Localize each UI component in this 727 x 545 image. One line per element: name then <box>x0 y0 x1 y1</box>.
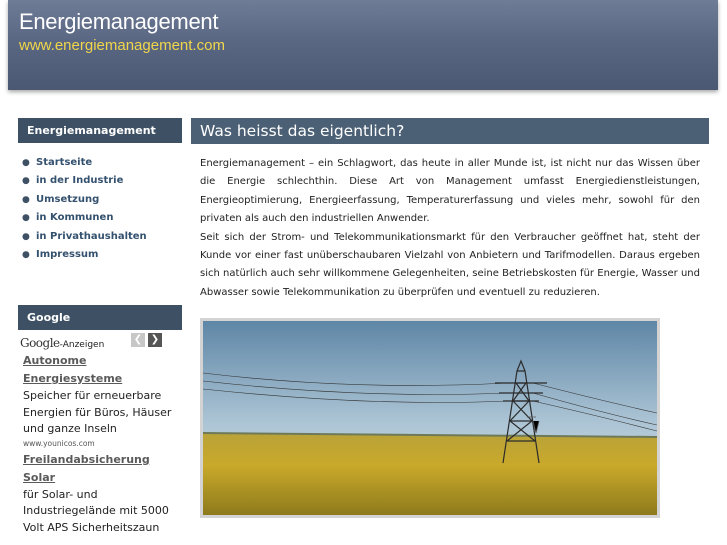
google-ads-label[interactable]: -Anzeigen <box>60 340 105 350</box>
sidebar-item-industrie[interactable]: ● in der Industrie <box>22 172 182 190</box>
sidebar-google-title: Google <box>18 305 182 330</box>
sidebar-item-label[interactable]: in der Industrie <box>36 175 123 186</box>
sidebar-item-privathaushalte[interactable]: ● in Privathaushalten <box>22 228 182 246</box>
main-content: Energiemanagement – ein Schlagwort, das … <box>200 155 700 302</box>
ad-text: Speicher für erneuerbare Energien für Bü… <box>23 389 172 435</box>
ad-item: Freilandabsicherung Solar für Solar- und… <box>23 451 181 537</box>
paragraph: Energiemanagement – ein Schlagwort, das … <box>200 158 700 225</box>
sidebar-item-label[interactable]: in Privathaushalten <box>36 231 147 242</box>
bullet-icon: ● <box>22 249 30 260</box>
site-header: Energiemanagement www.energiemanagement.… <box>8 0 718 90</box>
sidebar-item-startseite[interactable]: ● Startseite <box>22 154 182 172</box>
bullet-icon: ● <box>22 231 30 242</box>
chevron-right-icon[interactable]: ❯ <box>148 333 162 347</box>
google-ads-bar: Google-Anzeigen ❮ ❯ <box>20 332 182 350</box>
sidebar-item-label[interactable]: in Kommunen <box>36 212 113 223</box>
ad-title-link[interactable]: Autonome Energiesysteme <box>23 352 181 388</box>
site-title[interactable]: Energiemanagement <box>19 9 218 35</box>
bullet-icon: ● <box>22 176 30 187</box>
ad-title-link[interactable]: Freilandabsicherung Solar <box>23 451 181 487</box>
sidebar-item-impressum[interactable]: ● Impressum <box>22 246 182 264</box>
sidebar-item-label[interactable]: Umsetzung <box>36 194 99 205</box>
sidebar-item-kommunen[interactable]: ● in Kommunen <box>22 209 182 227</box>
sidebar-nav-title: Energiemanagement <box>18 118 182 143</box>
site-url[interactable]: www.energiemanagement.com <box>19 37 225 54</box>
ad-text: für Solar- und Industriegelände mit 5000… <box>23 487 169 534</box>
sidebar-item-umsetzung[interactable]: ● Umsetzung <box>22 191 182 209</box>
sidebar-item-label[interactable]: Impressum <box>36 249 98 260</box>
bullet-icon: ● <box>22 213 30 224</box>
bullet-icon: ● <box>22 194 30 205</box>
paragraph: Seit sich der Strom- und Telekommunikati… <box>200 231 700 298</box>
chevron-left-icon[interactable]: ❮ <box>131 333 145 347</box>
bullet-icon: ● <box>22 158 30 168</box>
ad-url[interactable]: www.younicos.com <box>23 438 181 449</box>
sidebar-nav: ● Startseite ● in der Industrie ● Umsetzung… <box>22 154 182 264</box>
ad-item: Autonome Energiesysteme Speicher für ern… <box>23 352 181 449</box>
google-logo[interactable]: Google <box>20 336 60 350</box>
sidebar-item-label[interactable]: Startseite <box>36 157 92 168</box>
power-line-photo <box>200 318 660 518</box>
google-ads-list: Autonome Energiesysteme Speicher für ern… <box>23 352 181 545</box>
main-title: Was heisst das eigentlich? <box>191 118 709 144</box>
